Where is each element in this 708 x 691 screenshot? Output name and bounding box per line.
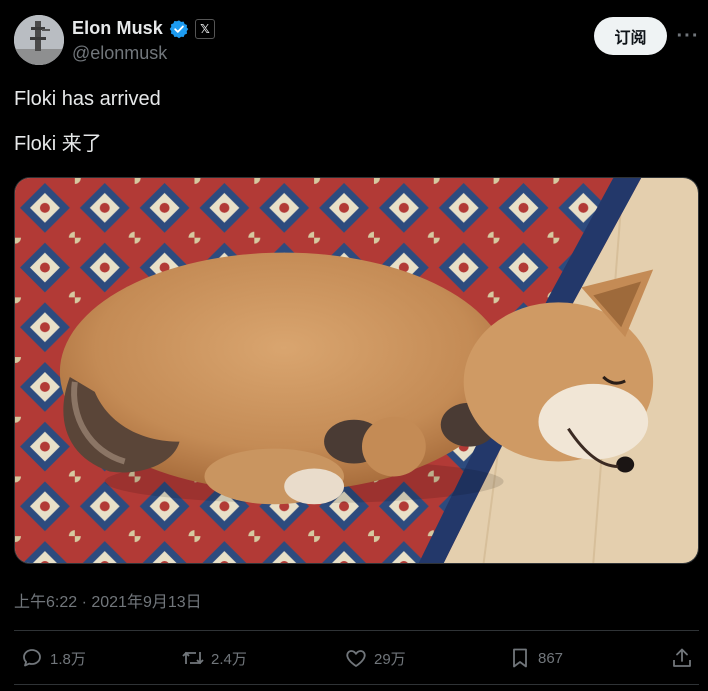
share-button[interactable] xyxy=(670,640,694,676)
display-name[interactable]: Elon Musk xyxy=(72,18,163,39)
bookmark-icon xyxy=(513,648,527,668)
tweet-text-line-1: Floki has arrived xyxy=(14,88,161,110)
retweet-count: 2.4万 xyxy=(211,650,247,668)
retweet-icon xyxy=(182,651,204,665)
bookmark-count: 867 xyxy=(538,649,564,667)
share-icon xyxy=(673,648,691,667)
verified-badge-icon xyxy=(169,19,189,39)
author-name-row: Elon Musk 𝕏 xyxy=(72,18,215,39)
reply-icon xyxy=(23,649,41,667)
sleeping-shiba-photo xyxy=(15,178,698,563)
tweet-text-line-2: Floki 来了 xyxy=(14,133,102,155)
tweet-timestamp[interactable]: 上午6:22 · 2021年9月13日 xyxy=(14,588,202,612)
avatar[interactable] xyxy=(14,15,64,65)
avatar-image xyxy=(14,15,64,65)
reply-count: 1.8万 xyxy=(50,650,86,668)
divider xyxy=(14,684,699,685)
divider xyxy=(14,630,699,631)
action-bar: 1.8万 2.4万 29万 867 xyxy=(14,640,699,676)
x-affiliation-icon[interactable]: 𝕏 xyxy=(194,18,215,39)
more-options-icon[interactable]: ··· xyxy=(676,22,700,50)
bookmark-button[interactable]: 867 xyxy=(508,640,563,676)
reply-button[interactable]: 1.8万 xyxy=(20,640,86,676)
author-handle[interactable]: @elonmusk xyxy=(72,43,167,64)
subscribe-button[interactable]: 订阅 xyxy=(594,17,667,55)
heart-icon xyxy=(346,650,366,667)
like-button[interactable]: 29万 xyxy=(344,640,406,676)
retweet-button[interactable]: 2.4万 xyxy=(181,640,247,676)
tweet-photo[interactable] xyxy=(14,177,699,564)
like-count: 29万 xyxy=(374,650,406,668)
